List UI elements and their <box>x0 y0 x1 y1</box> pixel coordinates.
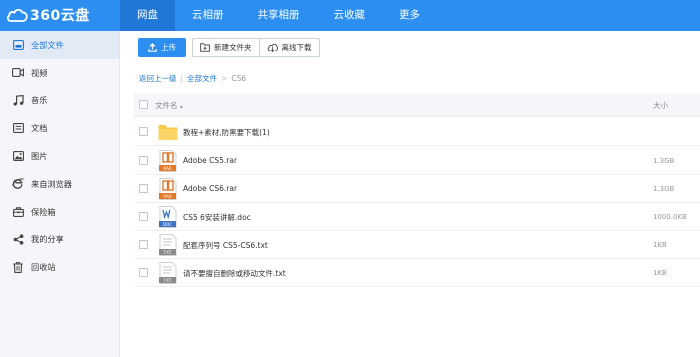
toolbar-button-group: 新建文件夹 离线下载 <box>192 38 320 57</box>
select-all-checkbox[interactable] <box>139 100 148 109</box>
sidebar-item-from-browser[interactable]: 来自浏览器 <box>0 170 119 198</box>
rar-file-icon: RAR <box>159 178 177 200</box>
breadcrumb-current: CS6 <box>231 74 247 83</box>
image-icon <box>12 150 24 162</box>
sidebar-item-recycle-bin[interactable]: 回收站 <box>0 253 119 281</box>
file-size: 1.3GB <box>653 185 675 193</box>
file-row[interactable]: RAR Adobe CS5.rar 1.3GB <box>134 147 700 175</box>
sidebar-item-label: 文档 <box>31 123 48 134</box>
sidebar-item-video[interactable]: 视频 <box>0 59 119 87</box>
breadcrumb-root-link[interactable]: 全部文件 <box>187 73 217 84</box>
sidebar-item-label: 音乐 <box>31 95 48 106</box>
file-name[interactable]: 配套序列号 CS5-CS6.txt <box>183 240 268 251</box>
breadcrumb: 返回上一级 | 全部文件 > CS6 <box>139 73 246 84</box>
sidebar-item-images[interactable]: 图片 <box>0 142 119 170</box>
cloud-download-icon <box>267 43 278 52</box>
upload-button[interactable]: 上传 <box>138 38 186 57</box>
nav-item-shared-album[interactable]: 共享相册 <box>241 0 317 31</box>
sidebar-item-label: 来自浏览器 <box>31 178 72 189</box>
word-doc-icon: DOC <box>159 206 177 228</box>
sidebar-item-label: 视频 <box>31 67 48 78</box>
txt-badge: TXT <box>163 250 172 255</box>
file-size: 1000.0KB <box>653 213 687 221</box>
music-icon <box>12 94 24 106</box>
sidebar-item-music[interactable]: 音乐 <box>0 87 119 115</box>
safe-icon <box>12 206 24 218</box>
nav-item-cloud-album[interactable]: 云相册 <box>175 0 241 31</box>
share-icon <box>12 233 24 245</box>
sidebar: 全部文件 视频 音乐 文档 图片 来自浏览器 保险箱 我的分享 回收站 <box>0 31 120 357</box>
file-row[interactable]: 教程+素材,防黑要下载(1) <box>134 118 700 146</box>
breadcrumb-arrow: > <box>221 74 228 83</box>
document-icon <box>12 122 24 134</box>
row-checkbox[interactable] <box>139 240 148 249</box>
logo-text: 360云盘 <box>30 8 90 24</box>
sidebar-item-label: 全部文件 <box>31 39 64 50</box>
breadcrumb-back-link[interactable]: 返回上一级 <box>139 73 177 84</box>
file-name[interactable]: 请不要擅自删除或移动文件.txt <box>183 268 286 279</box>
logo[interactable]: 360云盘 <box>6 5 90 25</box>
new-folder-icon <box>200 43 210 52</box>
file-name[interactable]: 教程+素材,防黑要下载(1) <box>183 127 270 138</box>
top-bar: 360云盘 网盘 云相册 共享相册 云收藏 更多 <box>0 0 700 31</box>
column-name-label: 文件名 <box>155 101 178 110</box>
sidebar-item-label: 我的分享 <box>31 234 64 245</box>
file-table-header: 文件名 ▴ 大小 <box>134 93 700 117</box>
trash-icon <box>12 261 24 273</box>
folder-icon <box>158 125 178 140</box>
file-row[interactable]: TXT 请不要擅自删除或移动文件.txt 1KB <box>134 259 700 287</box>
row-checkbox[interactable] <box>139 184 148 193</box>
row-checkbox[interactable] <box>139 127 148 136</box>
file-name[interactable]: Adobe CS6.rar <box>183 184 237 193</box>
folder-icon <box>12 39 24 51</box>
sidebar-item-label: 回收站 <box>31 262 56 273</box>
new-folder-button[interactable]: 新建文件夹 <box>193 39 259 56</box>
rar-badge: RAR <box>163 166 172 171</box>
column-header-name[interactable]: 文件名 ▴ <box>155 100 183 111</box>
file-size: 1KB <box>653 241 667 249</box>
file-name[interactable]: CS5 6安装讲解.doc <box>183 212 251 223</box>
file-size: 1.3GB <box>653 157 675 165</box>
sidebar-item-label: 保险箱 <box>31 206 56 217</box>
breadcrumb-separator: | <box>180 74 184 83</box>
rar-file-icon: RAR <box>159 150 177 172</box>
offline-download-label: 离线下载 <box>281 43 312 52</box>
sidebar-item-documents[interactable]: 文档 <box>0 114 119 142</box>
main-nav: 网盘 云相册 共享相册 云收藏 更多 <box>120 0 437 31</box>
doc-badge: DOC <box>163 222 173 227</box>
text-file-icon: TXT <box>159 234 177 256</box>
file-name[interactable]: Adobe CS5.rar <box>183 156 237 165</box>
browser-icon <box>12 178 24 190</box>
cloud-logo-icon <box>6 8 28 22</box>
row-checkbox[interactable] <box>139 156 148 165</box>
upload-label: 上传 <box>161 43 176 52</box>
file-row[interactable]: DOC CS5 6安装讲解.doc 1000.0KB <box>134 203 700 231</box>
sidebar-item-safe-box[interactable]: 保险箱 <box>0 198 119 226</box>
video-icon <box>12 67 24 79</box>
txt-badge: TXT <box>163 278 172 283</box>
row-checkbox[interactable] <box>139 268 148 277</box>
new-folder-label: 新建文件夹 <box>214 43 252 52</box>
rar-badge: RAR <box>163 194 172 199</box>
file-size: 1KB <box>653 269 667 277</box>
sidebar-item-all-files[interactable]: 全部文件 <box>0 31 119 59</box>
column-header-size[interactable]: 大小 <box>653 100 668 111</box>
sidebar-item-my-shares[interactable]: 我的分享 <box>0 226 119 254</box>
sort-ascending-icon: ▴ <box>179 103 183 110</box>
upload-icon <box>148 43 157 52</box>
nav-item-cloud-favorites[interactable]: 云收藏 <box>317 0 383 31</box>
offline-download-button[interactable]: 离线下载 <box>258 39 319 56</box>
sidebar-item-label: 图片 <box>31 151 48 162</box>
row-checkbox[interactable] <box>139 212 148 221</box>
nav-item-more[interactable]: 更多 <box>382 0 437 31</box>
file-row[interactable]: RAR Adobe CS6.rar 1.3GB <box>134 175 700 203</box>
nav-item-netdisk[interactable]: 网盘 <box>120 0 175 31</box>
text-file-icon: TXT <box>159 262 177 284</box>
file-row[interactable]: TXT 配套序列号 CS5-CS6.txt 1KB <box>134 231 700 259</box>
